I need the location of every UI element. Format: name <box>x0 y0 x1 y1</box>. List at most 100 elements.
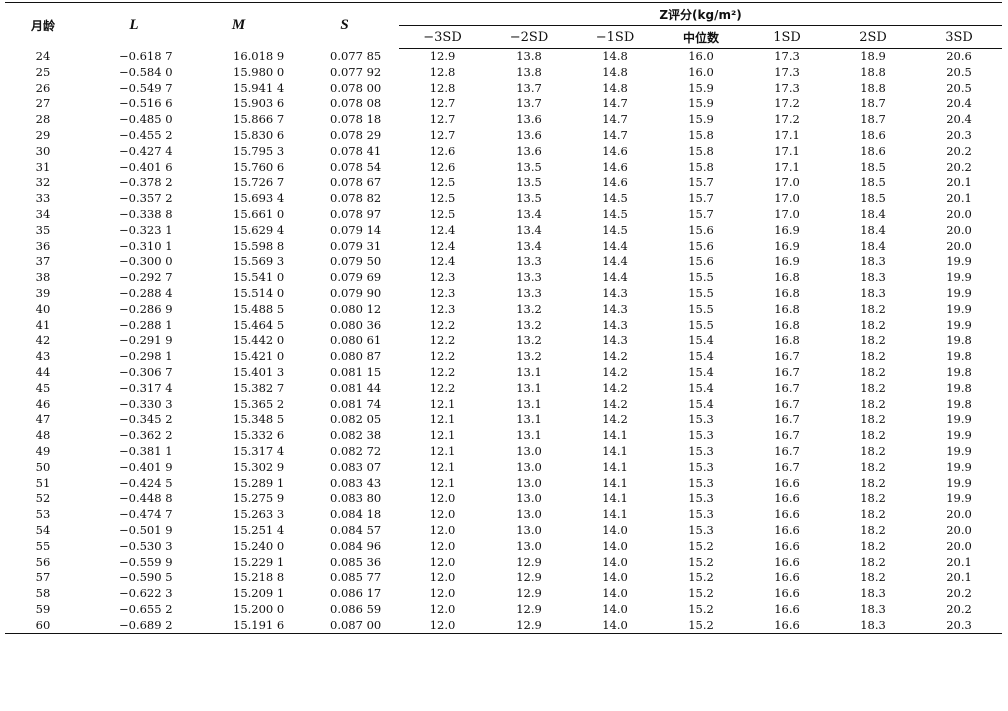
cell-s: 0.078 29 <box>330 127 382 142</box>
table-row: 39 −0.288 4 15.514 0 0.079 90 12.3 13.3 14.3 15… <box>5 286 1002 302</box>
cell-z-minus2sd: 13.0 <box>516 522 542 537</box>
cell-l: −0.427 4 <box>119 143 173 158</box>
cell-l: −0.655 2 <box>119 601 173 616</box>
cell-z-median: 15.3 <box>688 412 714 427</box>
cell-z-median: 15.5 <box>688 317 714 332</box>
cell-z-minus3sd: 12.2 <box>429 380 456 395</box>
cell-z-3sd: 20.0 <box>946 522 972 537</box>
cell-z-1sd: 16.6 <box>774 475 800 490</box>
cell-z-1sd: 17.3 <box>774 64 800 79</box>
cell-month: 59 <box>35 601 51 616</box>
cell-l: −0.291 9 <box>119 333 173 348</box>
header-m: M <box>187 2 290 49</box>
cell-month: 53 <box>35 507 51 522</box>
cell-z-median: 15.6 <box>688 254 714 269</box>
cell-s: 0.081 15 <box>330 364 382 379</box>
cell-z-minus3sd: 12.6 <box>429 159 456 174</box>
cell-s: 0.080 61 <box>330 333 382 348</box>
table-row: 35 −0.323 1 15.629 4 0.079 14 12.4 13.4 14.5 15… <box>5 223 1002 239</box>
cell-z-minus3sd: 12.9 <box>429 49 456 63</box>
cell-z-minus3sd: 12.2 <box>429 317 456 332</box>
cell-z-minus1sd: 14.6 <box>602 175 628 190</box>
cell-z-1sd: 16.8 <box>774 333 800 348</box>
cell-m: 15.229 1 <box>233 554 285 569</box>
cell-s: 0.084 96 <box>330 538 382 553</box>
table-row: 42 −0.291 9 15.442 0 0.080 61 12.2 13.2 14.3 15… <box>5 333 1002 349</box>
cell-z-1sd: 16.6 <box>774 522 800 537</box>
cell-l: −0.378 2 <box>119 175 173 190</box>
cell-month: 56 <box>35 554 51 569</box>
cell-month: 39 <box>35 285 51 300</box>
cell-z-1sd: 17.0 <box>774 175 800 190</box>
cell-s: 0.087 00 <box>290 617 399 635</box>
cell-z-minus2sd: 13.4 <box>516 206 542 221</box>
cell-z-3sd: 20.0 <box>946 507 972 522</box>
cell-s: 0.083 80 <box>330 491 382 506</box>
cell-s: 0.078 97 <box>330 206 382 221</box>
cell-z-minus3sd: 12.1 <box>429 475 456 490</box>
cell-s: 0.081 44 <box>330 380 382 395</box>
cell-z-median: 15.2 <box>658 617 744 635</box>
cell-s: 0.078 67 <box>330 175 382 190</box>
cell-z-2sd: 18.3 <box>860 586 886 601</box>
cell-z-median: 15.5 <box>688 285 714 300</box>
cell-s: 0.081 74 <box>330 396 382 411</box>
cell-z-3sd: 20.5 <box>946 80 972 95</box>
cell-z-3sd: 20.1 <box>946 191 972 206</box>
cell-z-2sd: 18.2 <box>860 443 886 458</box>
cell-z-3sd: 19.9 <box>946 317 972 332</box>
cell-z-1sd: 17.0 <box>774 206 800 221</box>
cell-month: 38 <box>35 270 51 285</box>
cell-s: 0.079 69 <box>330 270 382 285</box>
cell-z-minus2sd: 13.5 <box>516 175 542 190</box>
cell-z-minus2sd: 13.6 <box>516 112 542 127</box>
cell-month: 52 <box>35 491 51 506</box>
cell-z-median: 15.2 <box>688 538 714 553</box>
cell-month: 42 <box>35 333 51 348</box>
cell-z-minus2sd: 13.2 <box>516 301 542 316</box>
cell-l: −0.288 4 <box>119 285 173 300</box>
cell-z-1sd: 16.7 <box>774 443 800 458</box>
cell-z-median: 15.4 <box>688 396 714 411</box>
table-row: 43 −0.298 1 15.421 0 0.080 87 12.2 13.2 14.2 15… <box>5 349 1002 365</box>
cell-z-minus1sd: 14.2 <box>602 364 628 379</box>
cell-z-3sd: 20.0 <box>946 238 972 253</box>
cell-m: 15.830 6 <box>233 127 285 142</box>
table-row: 52 −0.448 8 15.275 9 0.083 80 12.0 13.0 14.1 15… <box>5 491 1002 507</box>
table-header: 月龄 L M S Z评分(kg/m²) −3SD −2SD −1SD 中位数 1… <box>5 2 1003 49</box>
cell-z-3sd: 19.9 <box>946 475 972 490</box>
cell-z-minus2sd: 12.9 <box>516 570 542 585</box>
cell-l: −0.345 2 <box>119 412 173 427</box>
cell-z-3sd: 20.0 <box>946 206 972 221</box>
cell-z-minus1sd: 14.5 <box>602 222 628 237</box>
cell-z-median: 15.3 <box>688 459 714 474</box>
cell-m: 15.275 9 <box>233 491 285 506</box>
cell-l: −0.362 2 <box>119 428 173 443</box>
table-row: 29 −0.455 2 15.830 6 0.078 29 12.7 13.6 14.7 15… <box>5 128 1002 144</box>
cell-z-minus3sd: 12.7 <box>429 127 456 142</box>
cell-z-minus1sd: 14.2 <box>602 396 628 411</box>
cell-z-median: 16.0 <box>688 64 714 79</box>
cell-month: 45 <box>35 380 51 395</box>
cell-m: 15.263 3 <box>233 507 285 522</box>
cell-z-3sd: 19.9 <box>946 285 972 300</box>
table-row: 58 −0.622 3 15.209 1 0.086 17 12.0 12.9 14.0 15… <box>5 586 1002 602</box>
cell-z-1sd: 16.9 <box>774 238 800 253</box>
cell-z-minus1sd: 14.5 <box>602 191 628 206</box>
cell-z-3sd: 19.8 <box>946 364 972 379</box>
cell-m: 15.569 3 <box>233 254 285 269</box>
cell-z-1sd: 17.2 <box>774 112 800 127</box>
cell-z-1sd: 16.8 <box>774 317 800 332</box>
cell-s: 0.082 72 <box>330 443 382 458</box>
cell-z-3sd: 19.9 <box>946 270 972 285</box>
cell-l: −0.584 0 <box>119 64 173 79</box>
cell-z-minus1sd: 14.3 <box>602 301 628 316</box>
cell-z-minus3sd: 12.0 <box>429 586 456 601</box>
header-z-2sd: 2SD <box>830 25 916 49</box>
cell-m: 15.382 7 <box>233 380 285 395</box>
cell-l: −0.485 0 <box>119 112 173 127</box>
cell-month: 30 <box>35 143 51 158</box>
cell-z-minus1sd: 14.2 <box>602 349 628 364</box>
cell-l: −0.310 1 <box>119 238 173 253</box>
cell-z-minus1sd: 14.4 <box>602 270 628 285</box>
